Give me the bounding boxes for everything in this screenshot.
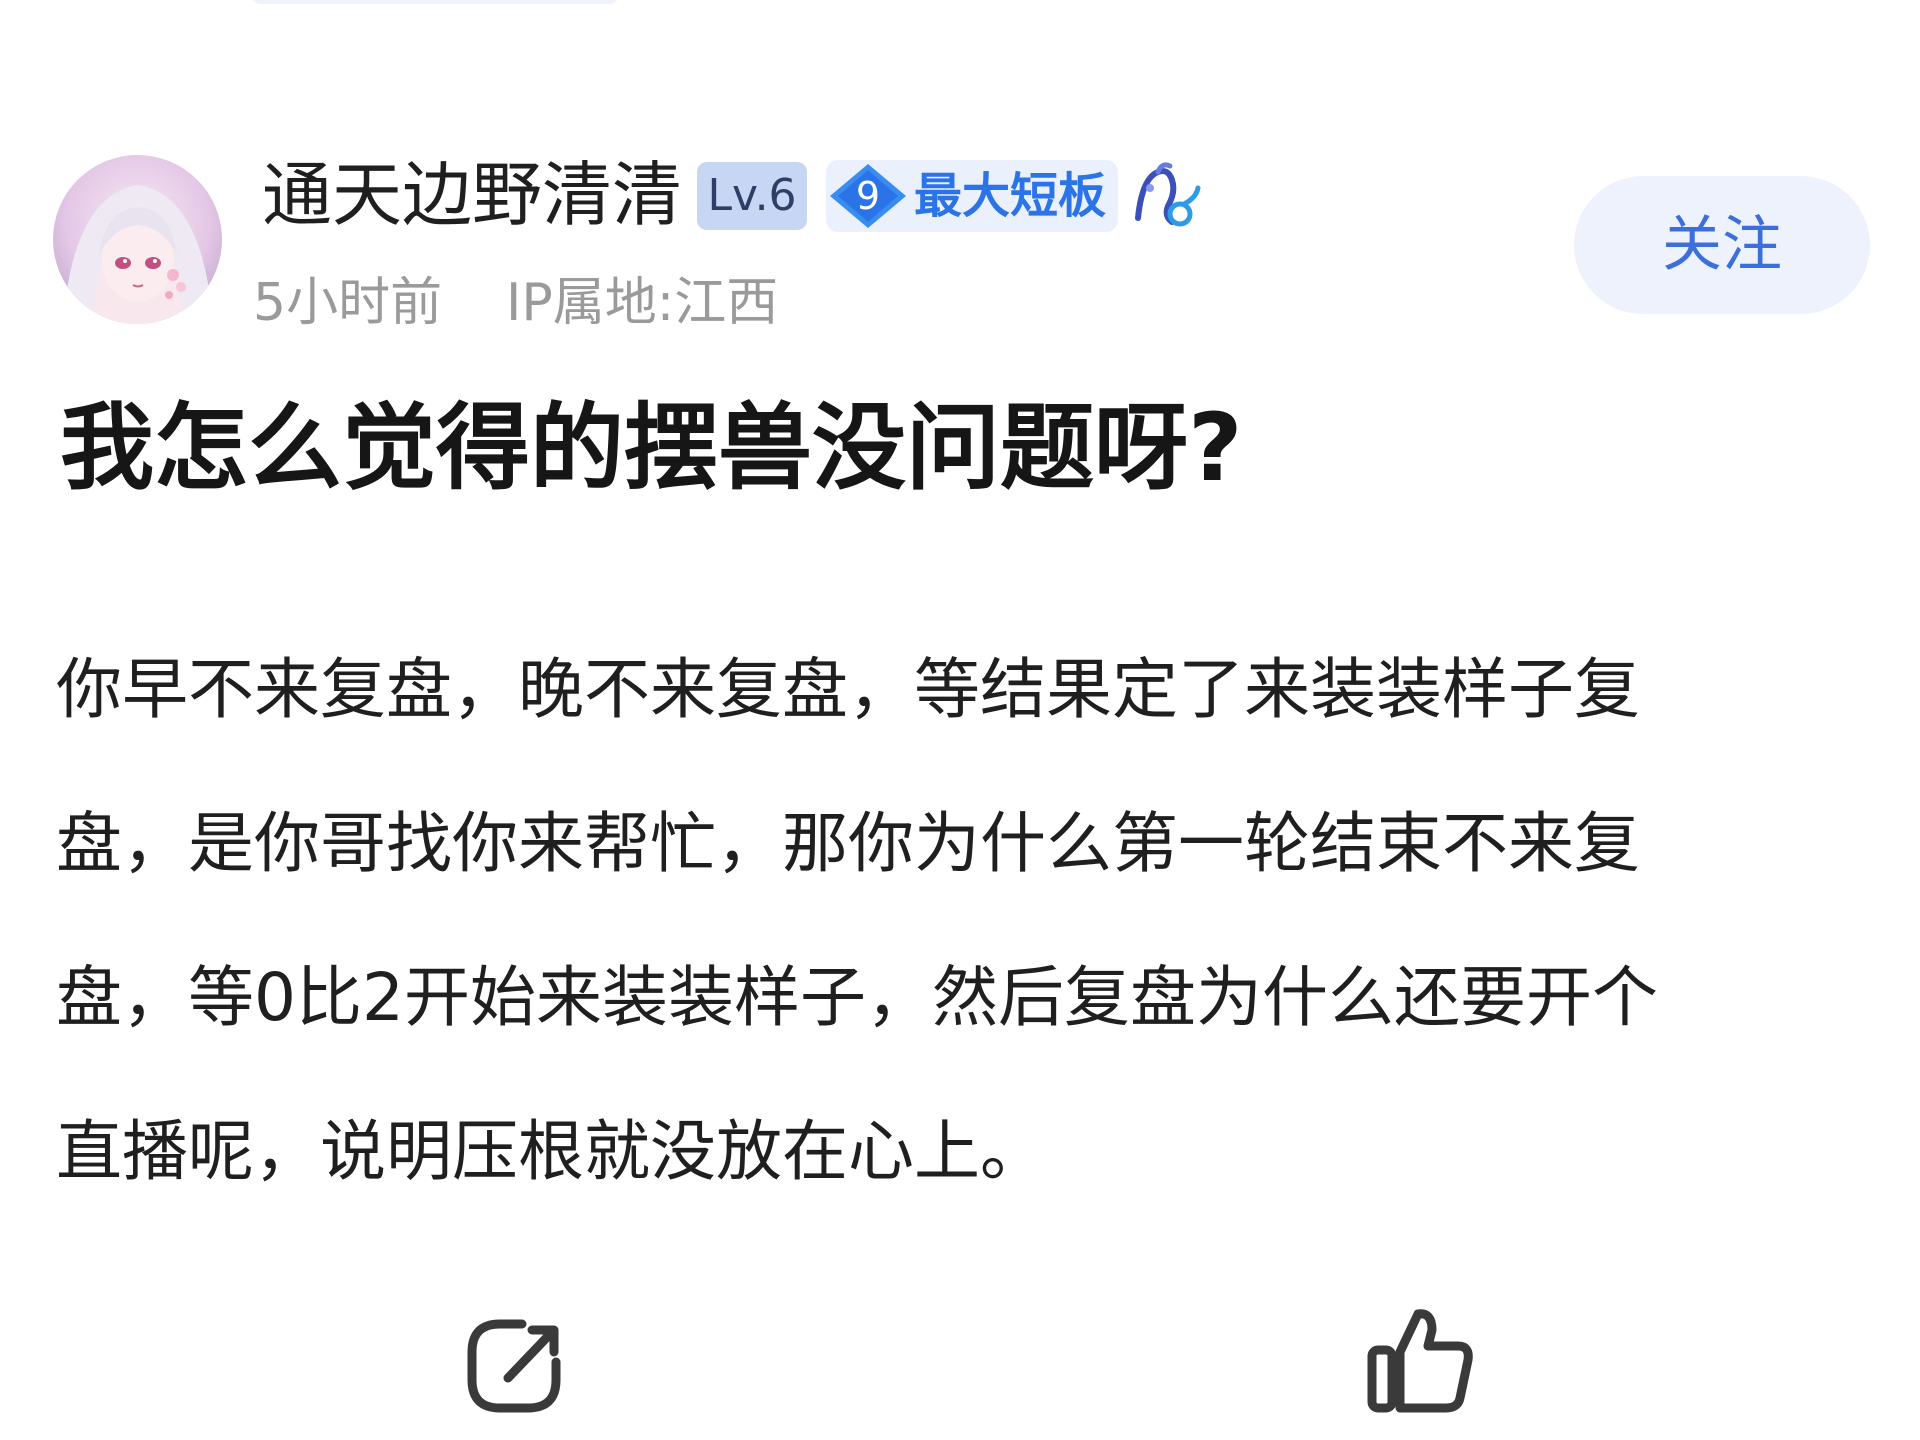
rank-number: 9 (855, 174, 881, 218)
like-label-cut (1382, 1426, 1472, 1440)
like-button[interactable] (1360, 1300, 1480, 1420)
post-body-line: 你早不来复盘，晚不来复盘，等结果定了来装装样子复 (56, 651, 1640, 728)
thumbs-up-icon (1367, 1309, 1473, 1413)
rank-title: 最大短板 (914, 168, 1107, 224)
post-page: 通天边野清清 Lv.6 9 最大短板 5小时前 IP属地:江西 关注 我怎么觉得… (0, 0, 1920, 1440)
share-button[interactable] (460, 1310, 570, 1420)
post-body: 你早不来复盘，晚不来复盘，等结果定了来装装样子复 盘，是你哥找你来帮忙，那你为什… (56, 613, 1876, 1229)
post-body-line: 直播呢，说明压根就没放在心上。 (56, 1113, 1046, 1190)
level-badge: Lv.6 (697, 162, 807, 230)
rank-badge[interactable]: 9 最大短板 (826, 160, 1118, 232)
ip-location: IP属地:江西 (506, 273, 779, 333)
share-label-cut (462, 1426, 572, 1440)
share-icon (467, 1319, 561, 1413)
post-body-line: 盘，等0比2开始来装装样子，然后复盘为什么还要开个 (56, 959, 1658, 1036)
post-body-line: 盘，是你哥找你来帮忙，那你为什么第一轮结束不来复 (56, 805, 1640, 882)
follow-button[interactable]: 关注 (1574, 176, 1870, 314)
top-tab-pill[interactable] (250, 0, 620, 4)
author-name[interactable]: 通天边野清清 (262, 152, 682, 238)
capricorn-icon (1135, 162, 1201, 227)
post-title: 我怎么觉得的摆兽没问题呀? (60, 394, 1243, 503)
post-time: 5小时前 (253, 273, 443, 333)
avatar[interactable] (53, 155, 222, 324)
